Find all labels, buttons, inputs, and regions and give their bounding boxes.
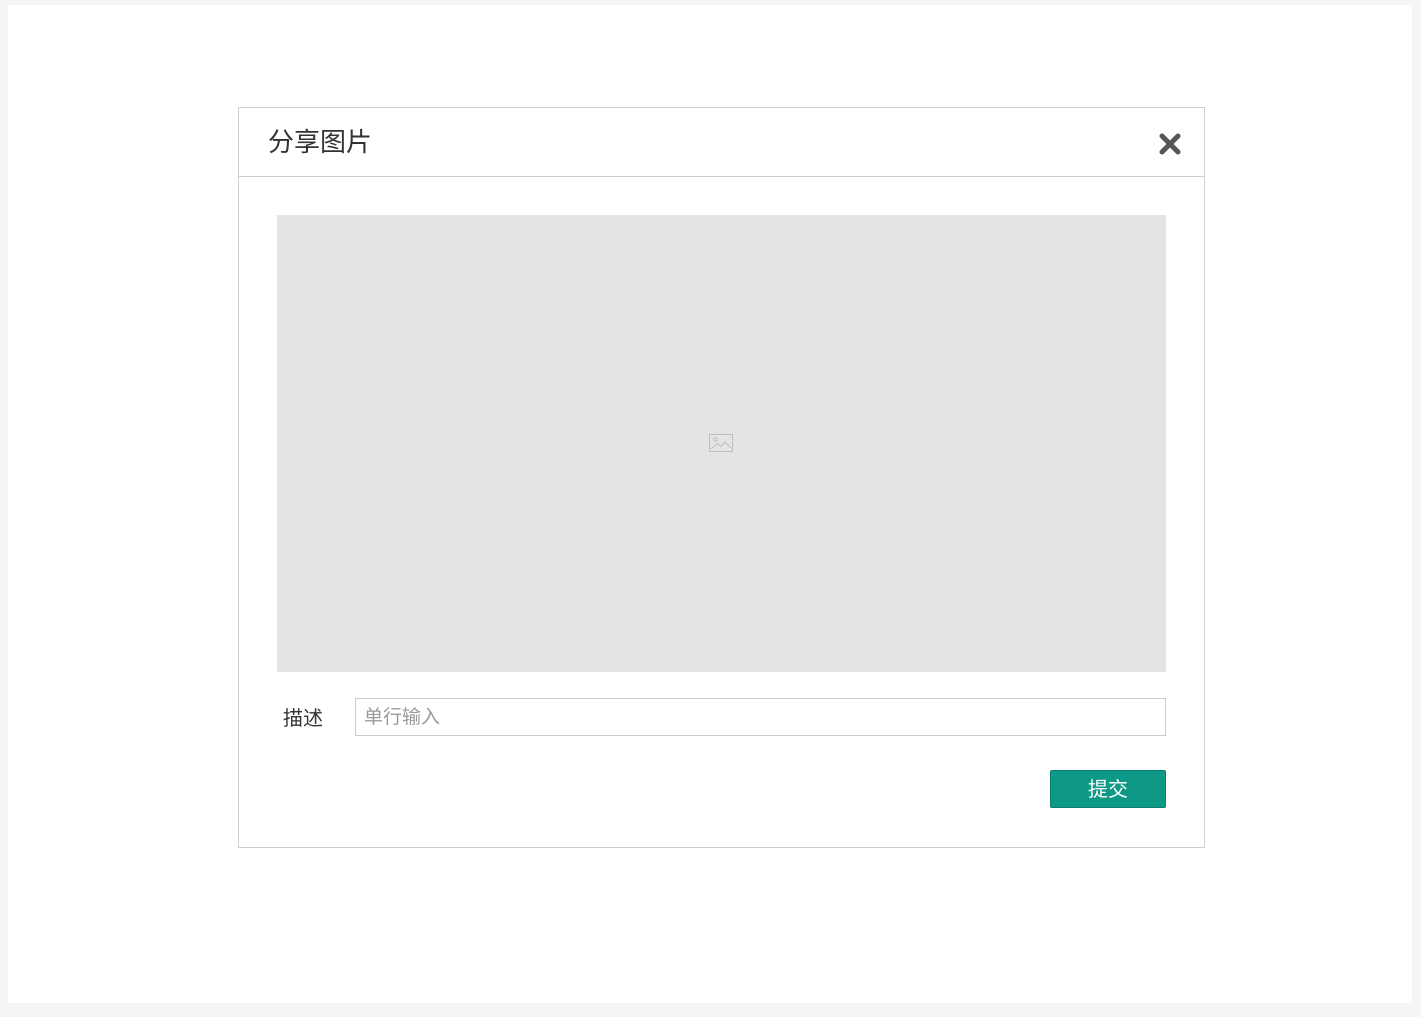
description-label: 描述 [283, 706, 323, 730]
dialog-header: 分享图片 [239, 108, 1204, 177]
image-placeholder [277, 215, 1166, 672]
submit-button[interactable]: 提交 [1050, 770, 1166, 808]
share-image-dialog: 分享图片 描述 提交 [238, 107, 1205, 848]
dialog-title: 分享图片 [268, 128, 373, 158]
close-button[interactable] [1153, 127, 1187, 161]
image-icon [709, 434, 733, 452]
page-canvas: 分享图片 描述 提交 [8, 5, 1412, 1003]
close-icon [1159, 133, 1181, 155]
description-input[interactable] [355, 698, 1166, 736]
